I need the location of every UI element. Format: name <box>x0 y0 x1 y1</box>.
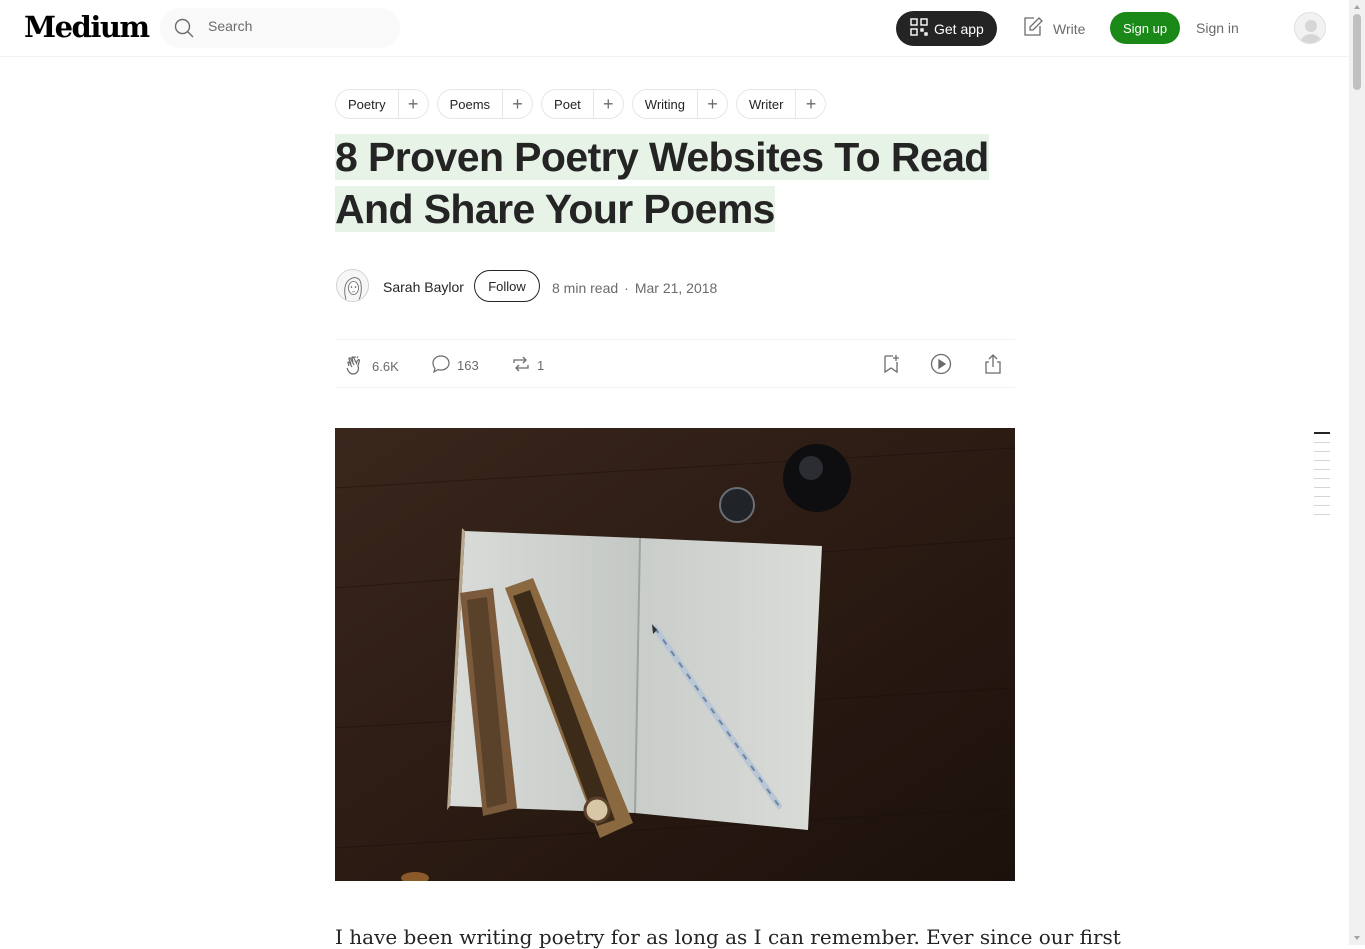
plus-icon[interactable]: + <box>592 90 623 118</box>
bookmark-add-icon[interactable] <box>880 353 902 380</box>
meta-separator: · <box>624 280 629 296</box>
author-avatar[interactable] <box>336 269 369 302</box>
qr-code-icon <box>910 18 928 39</box>
toc-mark[interactable] <box>1314 505 1330 506</box>
scroll-down-arrow-icon[interactable] <box>1354 936 1360 940</box>
repost-icon <box>511 354 531 377</box>
tag-poetry[interactable]: Poetry + <box>335 89 429 119</box>
tag-label[interactable]: Writer <box>737 97 795 112</box>
tag-writing[interactable]: Writing + <box>631 89 729 119</box>
share-icon[interactable] <box>982 353 1004 380</box>
search-input[interactable] <box>208 18 378 34</box>
pencil-square-icon <box>1022 16 1044 41</box>
article-paragraph: I have been writing poetry for as long a… <box>335 925 1121 949</box>
sign-in-link[interactable]: Sign in <box>1196 20 1239 36</box>
repost-count: 1 <box>537 358 545 373</box>
tag-label[interactable]: Writing <box>633 97 697 112</box>
tag-label[interactable]: Poems <box>438 97 502 112</box>
publish-date: Mar 21, 2018 <box>634 280 718 296</box>
user-avatar[interactable] <box>1294 12 1326 44</box>
toc-mark[interactable] <box>1314 460 1330 461</box>
toc-mark[interactable] <box>1314 496 1330 497</box>
scrollbar-thumb[interactable] <box>1353 14 1361 90</box>
search-box[interactable] <box>160 8 400 48</box>
author-name[interactable]: Sarah Baylor <box>383 279 464 295</box>
title-line-2: And Share Your Poems <box>335 186 775 232</box>
clap-icon <box>344 354 366 379</box>
repost-button[interactable]: 1 <box>511 354 544 377</box>
tag-label[interactable]: Poet <box>542 97 593 112</box>
sign-up-button[interactable]: Sign up <box>1110 12 1180 44</box>
table-of-contents-indicator[interactable] <box>1314 432 1330 523</box>
tag-label[interactable]: Poetry <box>336 97 398 112</box>
clap-count: 6.6K <box>372 359 399 374</box>
top-navbar: Medium Get app Write Sign up Sign in <box>0 0 1349 57</box>
tag-poet[interactable]: Poet + <box>541 89 624 119</box>
plus-icon[interactable]: + <box>795 90 825 118</box>
clap-button[interactable]: 6.6K <box>344 354 399 379</box>
toc-mark[interactable] <box>1314 514 1330 515</box>
read-time: 8 min read <box>552 280 619 296</box>
toc-mark[interactable] <box>1314 469 1330 470</box>
write-label: Write <box>1053 20 1086 37</box>
toc-mark[interactable] <box>1314 442 1330 443</box>
follow-button[interactable]: Follow <box>474 270 540 302</box>
default-avatar-icon <box>1295 13 1325 43</box>
toc-mark[interactable] <box>1314 487 1330 488</box>
toc-mark-active[interactable] <box>1314 432 1330 434</box>
article-meta: 8 min read · Mar 21, 2018 <box>552 280 717 296</box>
write-button[interactable]: Write <box>1022 16 1085 41</box>
toc-mark[interactable] <box>1314 478 1330 479</box>
article-title: 8 Proven Poetry Websites To Read And Sha… <box>335 131 1015 235</box>
responses-button[interactable]: 163 <box>431 354 479 377</box>
tag-writer[interactable]: Writer + <box>736 89 827 119</box>
get-app-button[interactable]: Get app <box>896 11 997 46</box>
plus-icon[interactable]: + <box>397 90 428 118</box>
page-scrollbar[interactable] <box>1349 0 1365 945</box>
get-app-label: Get app <box>934 20 984 37</box>
toc-mark[interactable] <box>1314 451 1330 452</box>
topic-tags: Poetry + Poems + Poet + Writing + Writer + <box>335 89 827 119</box>
article-action-bar: 6.6K 163 1 <box>335 339 1015 388</box>
plus-icon[interactable]: + <box>502 90 532 118</box>
search-icon <box>174 18 194 43</box>
hero-image[interactable] <box>335 428 1015 881</box>
comment-bubble-icon <box>431 354 451 377</box>
play-listen-icon[interactable] <box>930 353 952 380</box>
scroll-up-arrow-icon[interactable] <box>1354 5 1360 9</box>
author-portrait-icon <box>337 270 368 301</box>
plus-icon[interactable]: + <box>697 90 727 118</box>
response-count: 163 <box>457 358 479 373</box>
tag-poems[interactable]: Poems + <box>436 89 534 119</box>
notebook-pen-photo <box>335 428 1015 881</box>
title-line-1: 8 Proven Poetry Websites To Read <box>335 134 989 180</box>
medium-logo[interactable]: Medium <box>24 10 150 44</box>
